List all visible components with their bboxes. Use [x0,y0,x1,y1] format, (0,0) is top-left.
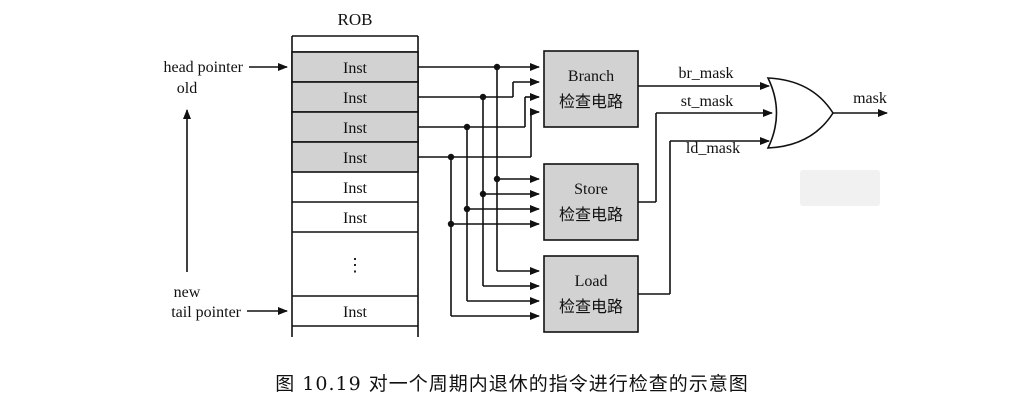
tail-new-label: new [174,284,201,301]
load-checker [543,255,639,333]
rob-entry-label: Inst [343,60,368,77]
load-checker-title: Load [575,273,608,290]
store-checker [543,163,639,241]
store-checker-title: Store [574,181,608,198]
or-gate [766,77,834,149]
rob-check-diagram: ROB Inst Inst Inst Inst Inst Inst ⋮ Inst… [163,10,888,337]
br-mask-label: br_mask [678,65,733,82]
rob-entry-label: Inst [343,180,368,197]
tail-pointer-label: tail pointer [171,304,241,321]
branch-checker-title: Branch [568,68,614,85]
rob-title: ROB [338,10,373,29]
mask-wires [638,82,773,295]
entry-wires [418,63,540,320]
rob-table: Inst Inst Inst Inst Inst Inst ⋮ Inst [291,35,419,337]
diagram-stage: ROB Inst Inst Inst Inst Inst Inst ⋮ Inst… [0,0,1024,407]
load-checker-subtitle: 检查电路 [559,297,623,316]
branch-checker-subtitle: 检查电路 [559,92,623,111]
rob-ellipsis: ⋮ [346,255,364,275]
store-checker-subtitle: 检查电路 [559,205,623,224]
head-pointer-label: head pointer [163,59,243,76]
rob-entry-label: Inst [343,90,368,107]
ld-mask-label: ld_mask [686,140,740,157]
mask-output-label: mask [853,90,887,107]
rob-entry-label: Inst [343,304,368,321]
figure-caption: 图 10.19 对一个周期内退休的指令进行检查的示意图 [275,373,749,395]
head-old-label: old [177,80,197,97]
branch-checker [543,50,639,128]
rob-entry-label: Inst [343,210,368,227]
rob-entry-label: Inst [343,150,368,167]
st-mask-label: st_mask [681,93,733,110]
rob-entry-label: Inst [343,120,368,137]
